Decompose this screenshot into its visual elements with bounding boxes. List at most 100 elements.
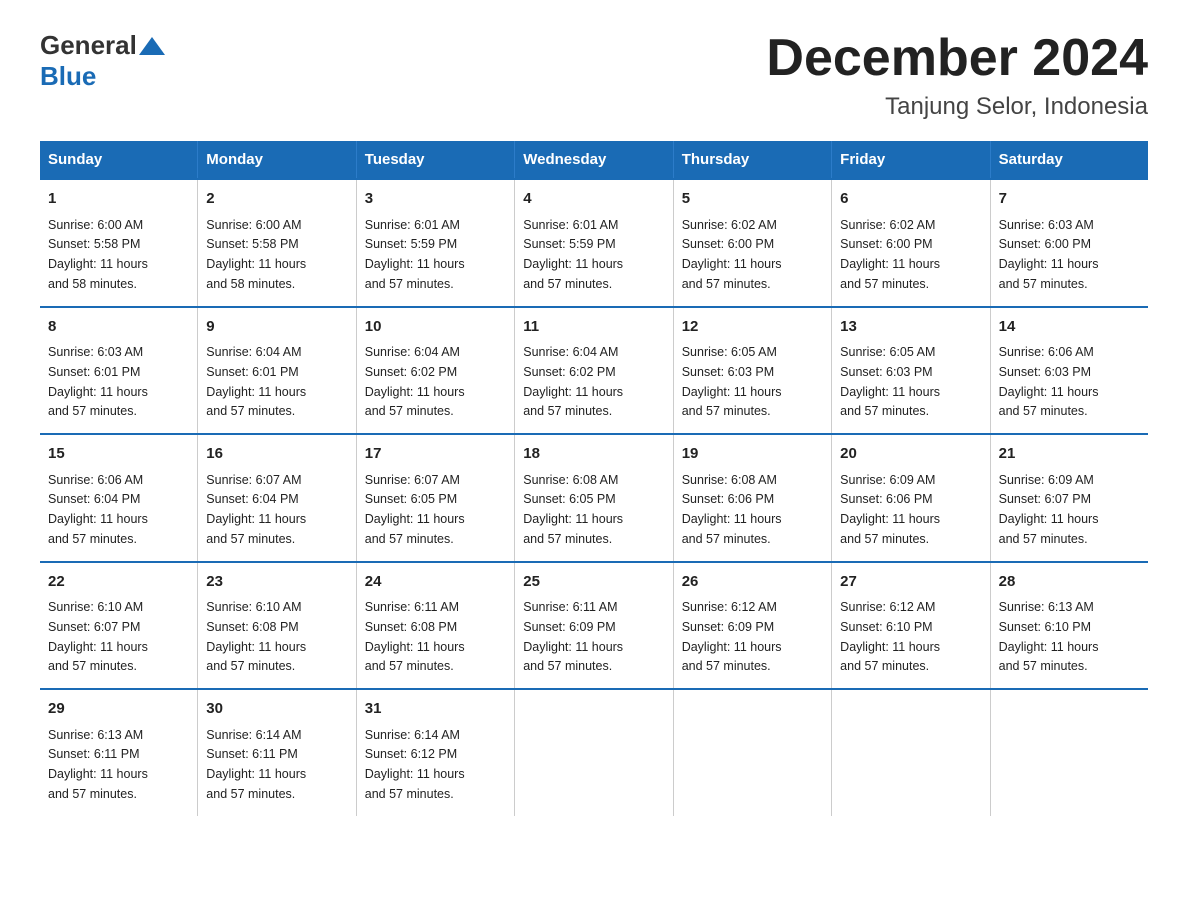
title-block: December 2024 Tanjung Selor, Indonesia — [766, 30, 1148, 121]
table-cell: 11Sunrise: 6:04 AMSunset: 6:02 PMDayligh… — [515, 307, 673, 435]
col-tuesday: Tuesday — [356, 141, 514, 179]
day-number: 6 — [840, 188, 981, 211]
calendar-subtitle: Tanjung Selor, Indonesia — [766, 93, 1148, 121]
calendar-header: Sunday Monday Tuesday Wednesday Thursday… — [40, 141, 1148, 179]
table-cell: 21Sunrise: 6:09 AMSunset: 6:07 PMDayligh… — [990, 434, 1148, 562]
day-number: 19 — [682, 443, 823, 466]
day-number: 23 — [206, 571, 347, 594]
day-number: 10 — [365, 316, 506, 339]
day-number: 31 — [365, 698, 506, 721]
day-info: Sunrise: 6:00 AMSunset: 5:58 PMDaylight:… — [48, 218, 148, 291]
table-cell: 15 Sunrise: 6:06 AMSunset: 6:04 PMDayligh… — [40, 434, 198, 562]
day-number: 20 — [840, 443, 981, 466]
day-number: 7 — [999, 188, 1140, 211]
day-number: 22 — [48, 571, 189, 594]
table-cell: 9 Sunrise: 6:04 AMSunset: 6:01 PMDaylight… — [198, 307, 356, 435]
day-number: 4 — [523, 188, 664, 211]
table-cell: 1 Sunrise: 6:00 AMSunset: 5:58 PMDaylight… — [40, 179, 198, 307]
day-number: 12 — [682, 316, 823, 339]
table-cell: 3 Sunrise: 6:01 AMSunset: 5:59 PMDaylight… — [356, 179, 514, 307]
day-info: Sunrise: 6:01 AMSunset: 5:59 PMDaylight:… — [523, 218, 623, 291]
table-cell: 16Sunrise: 6:07 AMSunset: 6:04 PMDayligh… — [198, 434, 356, 562]
day-info: Sunrise: 6:04 AMSunset: 6:02 PMDaylight:… — [365, 345, 465, 418]
day-info: Sunrise: 6:06 AMSunset: 6:04 PMDaylight:… — [48, 473, 148, 546]
day-info: Sunrise: 6:00 AMSunset: 5:58 PMDaylight:… — [206, 218, 306, 291]
day-info: Sunrise: 6:09 AMSunset: 6:07 PMDaylight:… — [999, 473, 1099, 546]
table-cell: 7 Sunrise: 6:03 AMSunset: 6:00 PMDaylight… — [990, 179, 1148, 307]
day-info: Sunrise: 6:13 AMSunset: 6:11 PMDaylight:… — [48, 728, 148, 801]
day-info: Sunrise: 6:10 AMSunset: 6:07 PMDaylight:… — [48, 600, 148, 673]
table-cell — [673, 689, 831, 816]
day-number: 26 — [682, 571, 823, 594]
table-cell: 8 Sunrise: 6:03 AMSunset: 6:01 PMDaylight… — [40, 307, 198, 435]
day-number: 18 — [523, 443, 664, 466]
day-info: Sunrise: 6:03 AMSunset: 6:00 PMDaylight:… — [999, 218, 1099, 291]
day-info: Sunrise: 6:12 AMSunset: 6:09 PMDaylight:… — [682, 600, 782, 673]
table-cell: 13 Sunrise: 6:05 AMSunset: 6:03 PMDayligh… — [832, 307, 990, 435]
day-number: 30 — [206, 698, 347, 721]
day-number: 27 — [840, 571, 981, 594]
table-cell: 4 Sunrise: 6:01 AMSunset: 5:59 PMDaylight… — [515, 179, 673, 307]
calendar-title: December 2024 — [766, 30, 1148, 87]
table-cell: 14 Sunrise: 6:06 AMSunset: 6:03 PMDayligh… — [990, 307, 1148, 435]
logo-general-text: General — [40, 30, 137, 61]
day-number: 17 — [365, 443, 506, 466]
col-friday: Friday — [832, 141, 990, 179]
day-number: 1 — [48, 188, 189, 211]
day-info: Sunrise: 6:02 AMSunset: 6:00 PMDaylight:… — [840, 218, 940, 291]
table-cell: 17Sunrise: 6:07 AMSunset: 6:05 PMDayligh… — [356, 434, 514, 562]
table-cell: 6 Sunrise: 6:02 AMSunset: 6:00 PMDaylight… — [832, 179, 990, 307]
table-cell: 20 Sunrise: 6:09 AMSunset: 6:06 PMDayligh… — [832, 434, 990, 562]
col-thursday: Thursday — [673, 141, 831, 179]
table-cell: 19 Sunrise: 6:08 AMSunset: 6:06 PMDayligh… — [673, 434, 831, 562]
table-cell: 22 Sunrise: 6:10 AMSunset: 6:07 PMDayligh… — [40, 562, 198, 690]
day-number: 13 — [840, 316, 981, 339]
table-cell: 31 Sunrise: 6:14 AMSunset: 6:12 PMDayligh… — [356, 689, 514, 816]
day-number: 3 — [365, 188, 506, 211]
calendar-body: 1 Sunrise: 6:00 AMSunset: 5:58 PMDaylight… — [40, 179, 1148, 816]
table-cell: 2 Sunrise: 6:00 AMSunset: 5:58 PMDaylight… — [198, 179, 356, 307]
day-number: 11 — [523, 316, 664, 339]
table-cell: 23 Sunrise: 6:10 AMSunset: 6:08 PMDayligh… — [198, 562, 356, 690]
calendar-table: Sunday Monday Tuesday Wednesday Thursday… — [40, 141, 1148, 816]
day-number: 14 — [999, 316, 1140, 339]
day-info: Sunrise: 6:11 AMSunset: 6:08 PMDaylight:… — [365, 600, 465, 673]
day-info: Sunrise: 6:01 AMSunset: 5:59 PMDaylight:… — [365, 218, 465, 291]
day-number: 28 — [999, 571, 1140, 594]
day-info: Sunrise: 6:03 AMSunset: 6:01 PMDaylight:… — [48, 345, 148, 418]
col-saturday: Saturday — [990, 141, 1148, 179]
day-info: Sunrise: 6:08 AMSunset: 6:05 PMDaylight:… — [523, 473, 623, 546]
day-info: Sunrise: 6:10 AMSunset: 6:08 PMDaylight:… — [206, 600, 306, 673]
day-number: 9 — [206, 316, 347, 339]
table-cell: 29 Sunrise: 6:13 AMSunset: 6:11 PMDayligh… — [40, 689, 198, 816]
table-cell: 10 Sunrise: 6:04 AMSunset: 6:02 PMDayligh… — [356, 307, 514, 435]
logo: General Blue — [40, 30, 165, 92]
day-number: 8 — [48, 316, 189, 339]
col-monday: Monday — [198, 141, 356, 179]
table-cell: 24Sunrise: 6:11 AMSunset: 6:08 PMDayligh… — [356, 562, 514, 690]
day-number: 25 — [523, 571, 664, 594]
table-cell: 5 Sunrise: 6:02 AMSunset: 6:00 PMDaylight… — [673, 179, 831, 307]
day-number: 5 — [682, 188, 823, 211]
page-header: General Blue December 2024 Tanjung Selor… — [40, 30, 1148, 121]
day-info: Sunrise: 6:08 AMSunset: 6:06 PMDaylight:… — [682, 473, 782, 546]
table-cell: 27Sunrise: 6:12 AMSunset: 6:10 PMDayligh… — [832, 562, 990, 690]
day-info: Sunrise: 6:06 AMSunset: 6:03 PMDaylight:… — [999, 345, 1099, 418]
day-info: Sunrise: 6:14 AMSunset: 6:12 PMDaylight:… — [365, 728, 465, 801]
day-number: 2 — [206, 188, 347, 211]
day-info: Sunrise: 6:09 AMSunset: 6:06 PMDaylight:… — [840, 473, 940, 546]
day-info: Sunrise: 6:05 AMSunset: 6:03 PMDaylight:… — [840, 345, 940, 418]
table-cell: 25Sunrise: 6:11 AMSunset: 6:09 PMDayligh… — [515, 562, 673, 690]
table-cell: 30 Sunrise: 6:14 AMSunset: 6:11 PMDayligh… — [198, 689, 356, 816]
day-number: 29 — [48, 698, 189, 721]
day-number: 15 — [48, 443, 189, 466]
table-cell — [515, 689, 673, 816]
day-info: Sunrise: 6:02 AMSunset: 6:00 PMDaylight:… — [682, 218, 782, 291]
table-cell: 12Sunrise: 6:05 AMSunset: 6:03 PMDayligh… — [673, 307, 831, 435]
day-info: Sunrise: 6:14 AMSunset: 6:11 PMDaylight:… — [206, 728, 306, 801]
day-info: Sunrise: 6:07 AMSunset: 6:04 PMDaylight:… — [206, 473, 306, 546]
col-wednesday: Wednesday — [515, 141, 673, 179]
table-cell: 26 Sunrise: 6:12 AMSunset: 6:09 PMDayligh… — [673, 562, 831, 690]
day-info: Sunrise: 6:04 AMSunset: 6:01 PMDaylight:… — [206, 345, 306, 418]
table-cell: 18 Sunrise: 6:08 AMSunset: 6:05 PMDayligh… — [515, 434, 673, 562]
